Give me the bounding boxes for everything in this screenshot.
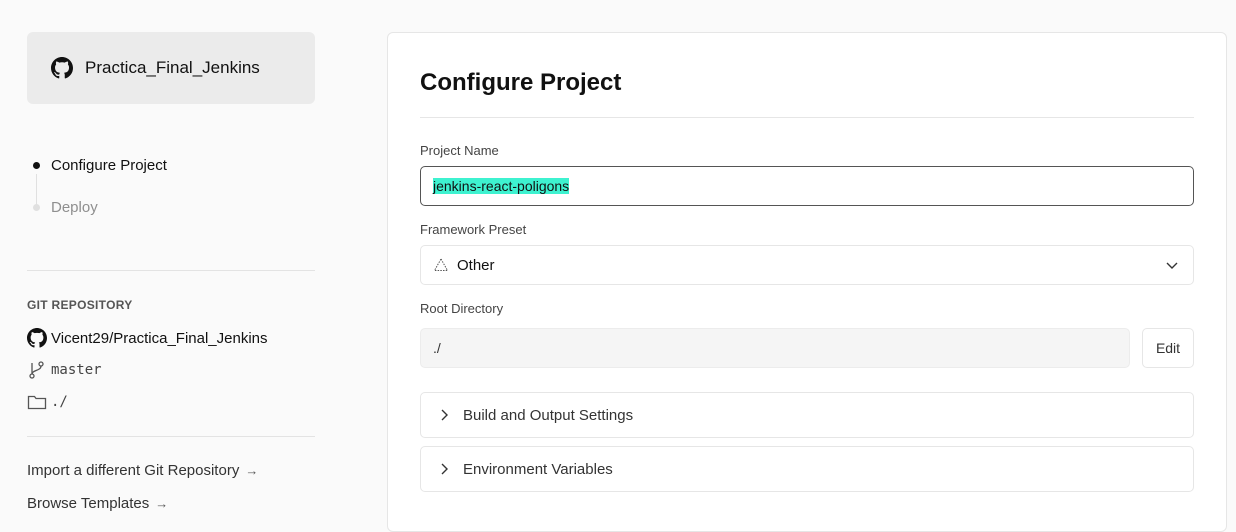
github-icon	[27, 328, 47, 348]
project-name-input[interactable]: jenkins-react-poligons	[420, 166, 1194, 206]
git-repository-name: Vicent29/Practica_Final_Jenkins	[51, 329, 268, 347]
chevron-right-icon	[437, 462, 451, 476]
sidebar-divider	[27, 436, 315, 437]
step-label: Deploy	[51, 198, 98, 216]
git-branch-icon	[27, 360, 47, 380]
arrow-right-icon: →	[155, 496, 169, 511]
framework-preset-current: Other	[433, 257, 495, 274]
environment-variables-label: Environment Variables	[463, 460, 613, 478]
chevron-down-icon	[1165, 258, 1179, 272]
repo-card: Practica_Final_Jenkins	[27, 32, 315, 104]
arrow-right-icon: →	[245, 463, 259, 478]
framework-preset-value: Other	[457, 256, 495, 274]
step-active-dot	[33, 161, 40, 169]
build-output-settings-label: Build and Output Settings	[463, 406, 634, 424]
git-directory-path: ./	[51, 394, 68, 410]
framework-preset-select[interactable]: Other	[420, 245, 1194, 285]
step-label: Configure Project	[51, 156, 167, 174]
project-name-label: Project Name	[420, 143, 499, 158]
step-inactive-dot	[33, 203, 40, 211]
environment-variables-toggle[interactable]: Environment Variables	[420, 446, 1194, 492]
folder-icon	[27, 392, 47, 412]
git-branch-row: master	[27, 360, 102, 380]
root-directory-input: ./	[420, 328, 1130, 368]
step-configure-project: Configure Project	[27, 150, 167, 180]
framework-triangle-icon	[433, 257, 449, 273]
project-name-value: jenkins-react-poligons	[433, 178, 570, 194]
build-output-settings-toggle[interactable]: Build and Output Settings	[420, 392, 1194, 438]
repo-card-title: Practica_Final_Jenkins	[85, 58, 260, 77]
git-repository-heading: GIT REPOSITORY	[27, 298, 133, 312]
import-repository-link[interactable]: Import a different Git Repository →	[27, 462, 258, 479]
git-repository-row[interactable]: Vicent29/Practica_Final_Jenkins	[27, 328, 268, 348]
page-title: Configure Project	[420, 69, 622, 96]
import-repository-label: Import a different Git Repository	[27, 462, 240, 479]
github-icon	[51, 57, 73, 79]
framework-preset-label: Framework Preset	[420, 222, 527, 237]
root-directory-label: Root Directory	[420, 301, 504, 316]
configure-panel: Configure Project Project Name jenkins-r…	[387, 32, 1227, 532]
edit-root-directory-button[interactable]: Edit	[1142, 328, 1194, 368]
git-directory-row: ./	[27, 392, 68, 412]
step-deploy: Deploy	[27, 192, 98, 222]
browse-templates-label: Browse Templates	[27, 495, 150, 512]
sidebar-divider	[27, 270, 315, 271]
chevron-right-icon	[437, 408, 451, 422]
root-directory-value: ./	[433, 340, 441, 356]
browse-templates-link[interactable]: Browse Templates →	[27, 495, 168, 512]
panel-divider	[420, 117, 1194, 118]
git-branch-name: master	[51, 362, 102, 378]
